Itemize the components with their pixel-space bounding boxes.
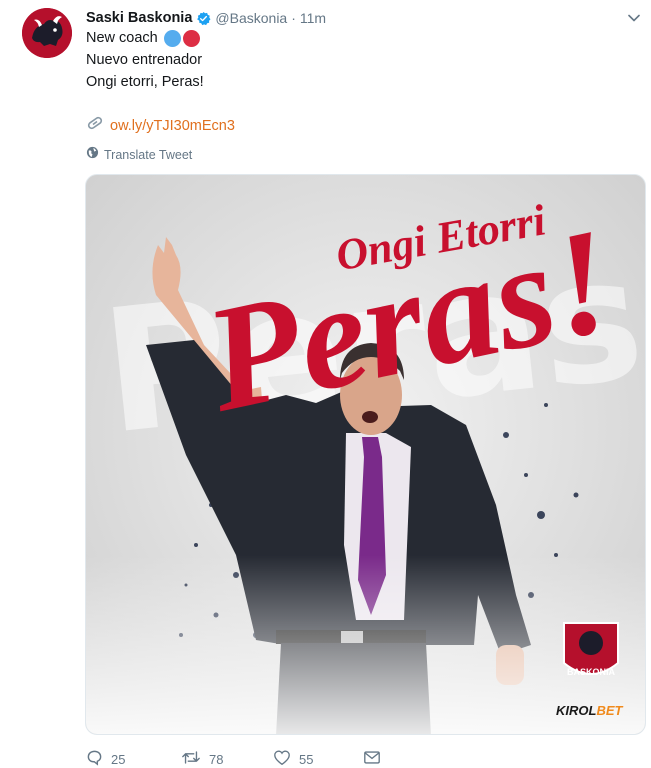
club-logo-text: BASKONIA — [567, 667, 616, 677]
sponsor-logo: KIROLBET — [556, 703, 624, 718]
avatar[interactable] — [22, 8, 72, 58]
globe-icon — [86, 146, 99, 164]
retweet-count: 78 — [209, 751, 224, 767]
author-handle[interactable]: @Baskonia — [215, 10, 287, 26]
heart-icon — [273, 749, 291, 768]
blue-circle-emoji-icon — [163, 29, 181, 47]
tweet-text-line-2: Nuevo entrenador — [86, 52, 203, 68]
tweet-actions: 25 78 55 — [86, 749, 381, 768]
tweet-text-line: New coach — [86, 28, 200, 48]
sponsor-text: KIROL — [556, 703, 597, 718]
envelope-icon — [363, 750, 381, 768]
svg-text:KIROLBET: KIROLBET — [556, 703, 624, 718]
author-name[interactable]: Saski Baskonia — [86, 10, 192, 26]
emoji-hearts — [163, 29, 200, 47]
tweet-text-line-1: New coach — [86, 30, 158, 46]
red-circle-emoji-icon — [182, 29, 200, 47]
tweet-link[interactable]: ow.ly/yTJI30mEcn3 — [86, 115, 235, 136]
reply-count: 25 — [111, 751, 126, 767]
like-count: 55 — [299, 751, 314, 767]
tweet-text-line-3: Ongi etorri, Peras! — [86, 74, 204, 90]
tweet-image[interactable]: Peras — [85, 174, 646, 735]
translate-tweet-button[interactable]: Translate Tweet — [86, 146, 192, 164]
link-icon — [86, 115, 104, 136]
direct-message-button[interactable] — [363, 750, 381, 768]
retweet-button[interactable]: 78 — [181, 749, 273, 768]
tweet-header: Saski Baskonia @Baskonia · 11m — [86, 8, 326, 28]
tweet[interactable]: Saski Baskonia @Baskonia · 11m New coach… — [0, 0, 651, 768]
chevron-down-icon[interactable] — [626, 10, 642, 26]
link-text[interactable]: ow.ly/yTJI30mEcn3 — [110, 118, 235, 134]
like-button[interactable]: 55 — [273, 749, 363, 768]
club-logo: BASKONIA — [563, 622, 619, 677]
retweet-icon — [181, 749, 201, 768]
reply-button[interactable]: 25 — [86, 749, 181, 768]
verified-badge-icon — [196, 11, 211, 26]
poster-artwork: Peras — [86, 175, 645, 734]
reply-icon — [86, 749, 103, 768]
separator-dot: · — [291, 10, 296, 26]
translate-label: Translate Tweet — [104, 148, 193, 162]
tweet-timestamp[interactable]: 11m — [300, 10, 326, 26]
club-crest-icon — [22, 8, 72, 58]
sponsor-text-accent: BET — [596, 703, 623, 718]
